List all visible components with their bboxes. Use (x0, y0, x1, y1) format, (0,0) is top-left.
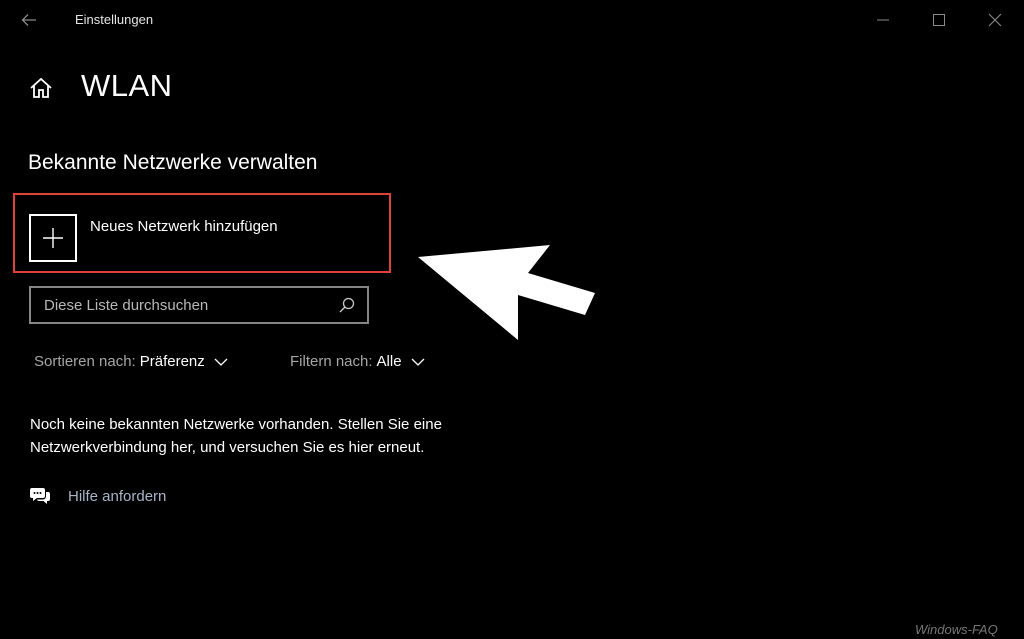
help-link-row[interactable]: Hilfe anfordern (29, 485, 166, 507)
empty-state-line-2: Netzwerkverbindung her, und versuchen Si… (30, 439, 425, 456)
minimize-button[interactable] (860, 4, 906, 36)
sort-dropdown[interactable]: Sortieren nach: Präferenz (34, 353, 228, 370)
page-title: WLAN (81, 68, 173, 103)
add-network-label: Neues Netzwerk hinzufügen (90, 218, 278, 235)
arrow-pointer-annotation (418, 245, 595, 340)
maximize-button[interactable] (916, 4, 962, 36)
section-title: Bekannte Netzwerke verwalten (28, 151, 318, 174)
empty-state-line-1: Noch keine bekannten Netzwerke vorhanden… (30, 416, 442, 433)
chat-bubbles-icon (29, 485, 51, 507)
add-network-button[interactable]: Neues Netzwerk hinzufügen (29, 214, 384, 264)
search-field[interactable] (29, 286, 369, 324)
chevron-down-icon (411, 358, 425, 366)
search-icon (339, 297, 355, 313)
maximize-icon (933, 14, 945, 26)
filter-label: Filtern nach: (290, 353, 373, 370)
help-link[interactable]: Hilfe anfordern (68, 488, 166, 505)
close-button[interactable] (972, 4, 1018, 36)
home-button[interactable] (28, 75, 54, 101)
settings-window: Einstellungen WLAN Bekannte Netzwerke ve… (0, 0, 1024, 639)
chevron-down-icon (214, 358, 228, 366)
title-bar: Einstellungen (0, 0, 1024, 40)
search-input[interactable] (31, 288, 333, 322)
filter-dropdown[interactable]: Filtern nach: Alle (290, 353, 425, 370)
filter-value: Alle (376, 353, 402, 370)
app-title: Einstellungen (75, 12, 154, 27)
add-network-tile (29, 214, 77, 262)
back-button[interactable] (14, 6, 44, 34)
empty-state-message: Noch keine bekannten Netzwerke vorhanden… (30, 413, 530, 459)
home-icon (30, 77, 52, 98)
close-icon (988, 13, 1002, 27)
search-button[interactable] (333, 291, 361, 319)
arrow-left-icon (21, 14, 36, 26)
plus-icon (43, 228, 63, 248)
sort-value: Präferenz (139, 353, 205, 370)
minimize-icon (877, 19, 889, 21)
sort-label: Sortieren nach: (34, 353, 136, 370)
watermark: Windows-FAQ (915, 622, 998, 637)
